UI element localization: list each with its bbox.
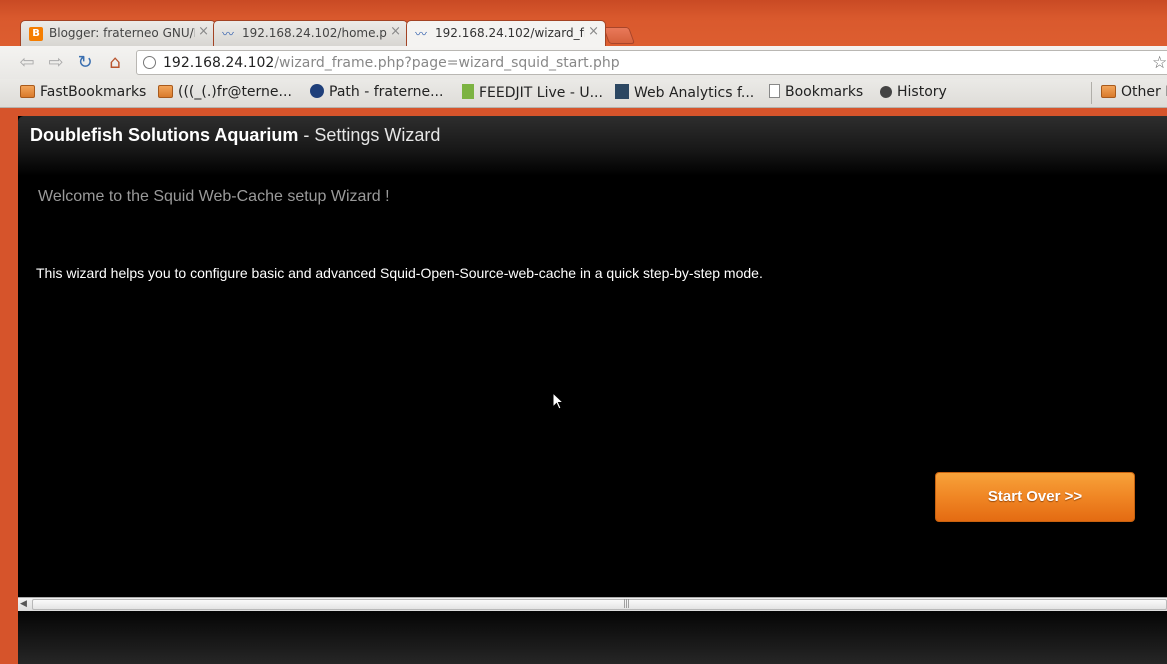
scroll-left-icon[interactable]: ◀ bbox=[20, 599, 27, 609]
header-bar: Doublefish Solutions Aquarium - Settings… bbox=[18, 116, 1167, 176]
tumblr-icon bbox=[615, 84, 629, 99]
path-icon bbox=[310, 84, 324, 98]
tab-strip: B Blogger: fraterneo GNU/L × 〰 192.168.2… bbox=[0, 0, 1167, 46]
page-info-icon[interactable] bbox=[143, 56, 156, 69]
bookmark-fraterneo[interactable]: (((_(.)fr@terne... bbox=[158, 84, 292, 100]
wizard-description: This wizard helps you to configure basic… bbox=[36, 265, 763, 281]
bookmark-path[interactable]: Path - fraterne... bbox=[310, 84, 443, 100]
bookmark-label: Path - fraterne... bbox=[329, 84, 444, 100]
address-bar[interactable]: 192.168.24.102/wizard_frame.php?page=wiz… bbox=[136, 50, 1167, 75]
page-icon bbox=[769, 84, 780, 98]
tab-home[interactable]: 〰 192.168.24.102/home.php × bbox=[213, 20, 408, 46]
folder-icon bbox=[1101, 85, 1116, 98]
bookmark-label: FastBookmarks bbox=[40, 84, 147, 100]
feedjit-icon bbox=[462, 84, 474, 99]
url-host: 192.168.24.102 bbox=[163, 55, 275, 71]
clock-icon bbox=[880, 86, 892, 98]
new-tab-button[interactable] bbox=[602, 27, 636, 44]
tab-title: 192.168.24.102/home.php bbox=[242, 26, 387, 40]
url-text[interactable]: 192.168.24.102/wizard_frame.php?page=wiz… bbox=[163, 55, 620, 71]
bookmark-label: Other B bbox=[1121, 84, 1167, 100]
grip-icon: ||| bbox=[623, 599, 630, 609]
mouse-cursor-icon bbox=[552, 392, 564, 410]
wave-icon: 〰 bbox=[222, 27, 235, 41]
bookmark-label: Web Analytics f... bbox=[634, 85, 755, 101]
folder-icon bbox=[158, 85, 173, 98]
tab-blogger[interactable]: B Blogger: fraterneo GNU/L × bbox=[20, 20, 216, 46]
back-button[interactable]: ⇦ bbox=[16, 52, 38, 74]
bookmark-label: FEEDJIT Live - U... bbox=[479, 85, 603, 101]
page-content: Doublefish Solutions Aquarium - Settings… bbox=[18, 116, 1167, 664]
wave-icon: 〰 bbox=[415, 27, 428, 41]
bookmark-fastbookmarks[interactable]: FastBookmarks bbox=[20, 84, 146, 100]
folder-icon bbox=[20, 85, 35, 98]
bookmark-bookmarks[interactable]: Bookmarks bbox=[769, 84, 863, 100]
bookmark-label: Bookmarks bbox=[785, 84, 864, 100]
welcome-heading: Welcome to the Squid Web-Cache setup Wiz… bbox=[38, 188, 390, 205]
bookmark-feedjit[interactable]: FEEDJIT Live - U... bbox=[462, 84, 603, 101]
home-button[interactable]: ⌂ bbox=[104, 52, 126, 74]
tab-title: 192.168.24.102/wizard_fr bbox=[435, 26, 585, 40]
arrow-right-icon: ⇨ bbox=[48, 52, 64, 73]
blogger-icon: B bbox=[29, 27, 43, 41]
bookmark-web-analytics[interactable]: Web Analytics f... bbox=[615, 84, 754, 101]
bookmark-label: History bbox=[897, 84, 947, 100]
toolbar: ⇦ ⇨ ↻ ⌂ 192.168.24.102/wizard_frame.php?… bbox=[0, 46, 1167, 79]
footer-area bbox=[18, 611, 1167, 664]
close-icon[interactable]: × bbox=[390, 24, 401, 39]
reload-button[interactable]: ↻ bbox=[74, 52, 96, 74]
start-over-button[interactable]: Start Over >> bbox=[935, 472, 1135, 522]
scrollbar-thumb[interactable]: ||| bbox=[32, 599, 1167, 610]
tab-title: Blogger: fraterneo GNU/L bbox=[49, 26, 195, 40]
star-icon[interactable]: ☆ bbox=[1152, 53, 1167, 73]
arrow-left-icon: ⇦ bbox=[19, 52, 35, 73]
app-subtitle: - Settings Wizard bbox=[298, 125, 441, 145]
bookmark-separator bbox=[1091, 82, 1092, 104]
reload-icon: ↻ bbox=[77, 52, 93, 73]
close-icon[interactable]: × bbox=[588, 24, 599, 39]
bookmarks-bar: FastBookmarks (((_(.)fr@terne... Path - … bbox=[0, 79, 1167, 108]
url-path: /wizard_frame.php?page=wizard_squid_star… bbox=[274, 55, 620, 71]
bookmark-other[interactable]: Other B bbox=[1101, 84, 1167, 100]
app-name: Doublefish Solutions Aquarium bbox=[30, 125, 299, 145]
forward-button[interactable]: ⇨ bbox=[45, 52, 67, 74]
bookmark-label: (((_(.)fr@terne... bbox=[178, 84, 292, 100]
close-icon[interactable]: × bbox=[198, 24, 209, 39]
home-icon: ⌂ bbox=[109, 52, 121, 73]
bookmark-history[interactable]: History bbox=[880, 84, 947, 100]
page-title: Doublefish Solutions Aquarium - Settings… bbox=[30, 125, 440, 146]
tab-wizard[interactable]: 〰 192.168.24.102/wizard_fr × bbox=[406, 20, 606, 46]
